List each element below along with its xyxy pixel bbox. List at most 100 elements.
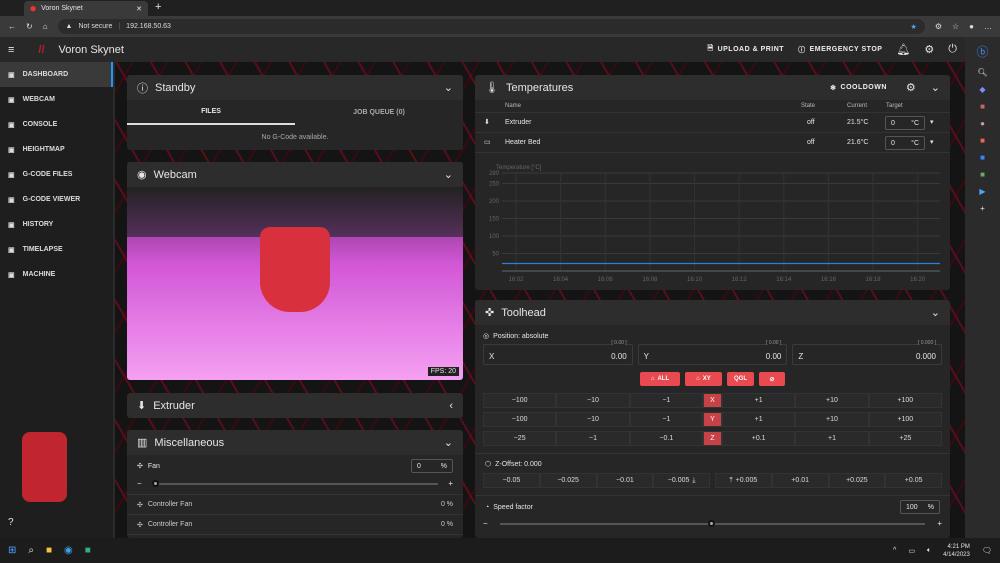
target-input[interactable]: 0 °C [885,136,925,150]
jog-button[interactable]: −10 [556,393,630,408]
webcam-header[interactable]: ◉ Webcam ⌄ [127,162,463,187]
search-icon[interactable]: 🔍︎ [977,68,987,77]
jog-button[interactable]: +100 [868,412,942,427]
settings-icon[interactable]: ⚙ [906,81,916,94]
tag-icon[interactable]: ◆ [979,85,985,94]
sidebar-item-g-code-files[interactable]: ▣ G-CODE FILES [0,162,113,187]
home-all-button[interactable]: ⌂ ALL [640,372,680,386]
cooldown-button[interactable]: ❄ COOLDOWN [830,84,887,92]
search-icon[interactable]: ⌕ [28,545,34,556]
upload-print-button[interactable]: 🗎 UPLOAD & PRINT [707,44,784,55]
zoffset-button[interactable]: −0.05 [483,473,540,488]
target-input[interactable]: 0 °C [885,116,925,130]
menu-icon[interactable]: … [984,22,992,31]
preset-dropdown-icon[interactable]: ▾ [930,138,934,146]
settings-icon[interactable]: ⚙ [924,43,934,56]
sidebar-item-console[interactable]: ▣ CONSOLE [0,112,113,137]
sidebar-item-heightmap[interactable]: ▣ HEIGHTMAP [0,137,113,162]
outlook-icon[interactable]: ■ [980,153,985,162]
bell-icon[interactable]: 🔔︎ [896,43,910,56]
tray-chevron-icon[interactable]: ^ [893,547,896,554]
browser-tab[interactable]: ⬢ Voron Skynet ✕ [24,1,148,16]
close-tab-icon[interactable]: ✕ [136,5,142,13]
hamburger-icon[interactable]: ≡ [8,44,14,56]
home-xy-button[interactable]: ⌂ XY [685,372,722,386]
minus-icon[interactable]: − [483,519,488,528]
person-icon[interactable]: ● [980,119,985,128]
sidebar-item-machine[interactable]: ▣ MACHINE [0,262,113,287]
misc-header[interactable]: ▥ Miscellaneous ⌄ [127,430,463,455]
bing-icon[interactable]: ⓑ [976,43,988,60]
store-icon[interactable]: ■ [85,545,91,556]
power-icon[interactable]: ⏻ [948,43,957,56]
plus-icon[interactable]: + [937,519,942,528]
fan-input[interactable]: 0% [411,459,453,473]
explorer-icon[interactable]: ■ [46,545,52,556]
jog-button[interactable]: +1 [721,393,796,408]
refresh-icon[interactable]: ↻ [26,22,33,31]
jog-button[interactable]: +10 [795,393,869,408]
zoffset-button[interactable]: ⤒ +0.005 [715,473,772,488]
jog-button[interactable]: +25 [868,431,942,446]
speed-input[interactable]: 100% [900,500,940,514]
position-field-x[interactable]: X 0.00 [ 0.00 ] [483,340,633,365]
chevron-down-icon[interactable]: ⌄ [931,81,940,94]
zoffset-button[interactable]: −0.01 [596,473,654,488]
plus-icon[interactable]: + [980,204,985,213]
profile-icon[interactable]: ● [969,22,974,31]
send-icon[interactable]: ▶ [979,187,985,196]
preset-dropdown-icon[interactable]: ▾ [930,118,934,126]
sidebar-item-webcam[interactable]: ▣ WEBCAM [0,87,113,112]
zoffset-button[interactable]: −0.005 ⤓ [653,473,710,488]
position-field-z[interactable]: Z 0.000 [ 0.000 ] [792,340,943,365]
zoffset-button[interactable]: +0.025 [828,473,886,488]
sidebar-item-history[interactable]: ▣ HISTORY [0,212,113,237]
tools-icon[interactable]: ■ [980,102,985,111]
tab-job-queue[interactable]: JOB QUEUE (0) [295,101,463,124]
network-icon[interactable]: ▭ [908,547,915,555]
office-icon[interactable]: ■ [980,136,985,145]
volume-icon[interactable]: 🔈︎ [927,547,931,555]
zoffset-button[interactable]: −0.025 [539,473,597,488]
slider-knob[interactable] [151,479,159,487]
position-field-y[interactable]: Y 0.00 [ 0.00 ] [637,340,788,365]
jog-button[interactable]: −100 [483,393,557,408]
chevron-down-icon[interactable]: ⌄ [444,81,453,94]
chevron-left-icon[interactable]: ‹ [449,400,453,412]
jog-button[interactable]: −1 [556,431,630,446]
motors-off-button[interactable]: ⊘ [759,372,785,386]
tab-files[interactable]: FILES [127,100,295,125]
slider-knob[interactable] [708,519,716,527]
extensions-icon[interactable]: ⚙ [935,22,942,31]
chevron-down-icon[interactable]: ⌄ [444,436,453,449]
edge-icon[interactable]: ◉ [64,545,73,556]
notifications-icon[interactable]: 🗨︎ [982,546,992,555]
windows-start-icon[interactable]: ⊞ [8,545,16,556]
sidebar-item-timelapse[interactable]: ▣ TIMELAPSE [0,237,113,262]
jog-button[interactable]: −0.1 [629,431,703,446]
jog-button[interactable]: +100 [868,393,942,408]
new-tab-icon[interactable]: + [155,1,161,13]
jog-button[interactable]: −10 [556,412,630,427]
emergency-stop-button[interactable]: ⓘ EMERGENCY STOP [798,45,882,55]
help-icon[interactable]: ? [8,517,14,528]
toolhead-header[interactable]: ✜ Toolhead ⌄ [475,300,950,325]
zoffset-button[interactable]: +0.01 [771,473,829,488]
favorites-icon[interactable]: ☆ [952,22,959,31]
sidebar-item-dashboard[interactable]: ▣ DASHBOARD [0,62,113,87]
extruder-header[interactable]: ⬇ Extruder ‹ [127,393,463,418]
back-icon[interactable]: ← [8,22,16,31]
temperatures-header[interactable]: 🌡︎ Temperatures ❄ COOLDOWN ⚙ ⌄ [475,75,950,100]
jog-button[interactable]: −1 [629,393,703,408]
jog-button[interactable]: +0.1 [721,431,796,446]
jog-button[interactable]: −1 [629,412,703,427]
jog-button[interactable]: −25 [483,431,557,446]
url-field[interactable]: ▲ Not secure | 192.168.50.63 ★ [57,19,925,34]
speed-slider[interactable] [499,519,926,527]
home-icon[interactable]: ⌂ [43,22,48,31]
jog-button[interactable]: +1 [795,431,869,446]
games-icon[interactable]: ■ [980,170,985,179]
favorite-star-icon[interactable]: ★ [911,23,917,31]
chevron-down-icon[interactable]: ⌄ [444,168,453,181]
chevron-down-icon[interactable]: ⌄ [931,306,940,319]
